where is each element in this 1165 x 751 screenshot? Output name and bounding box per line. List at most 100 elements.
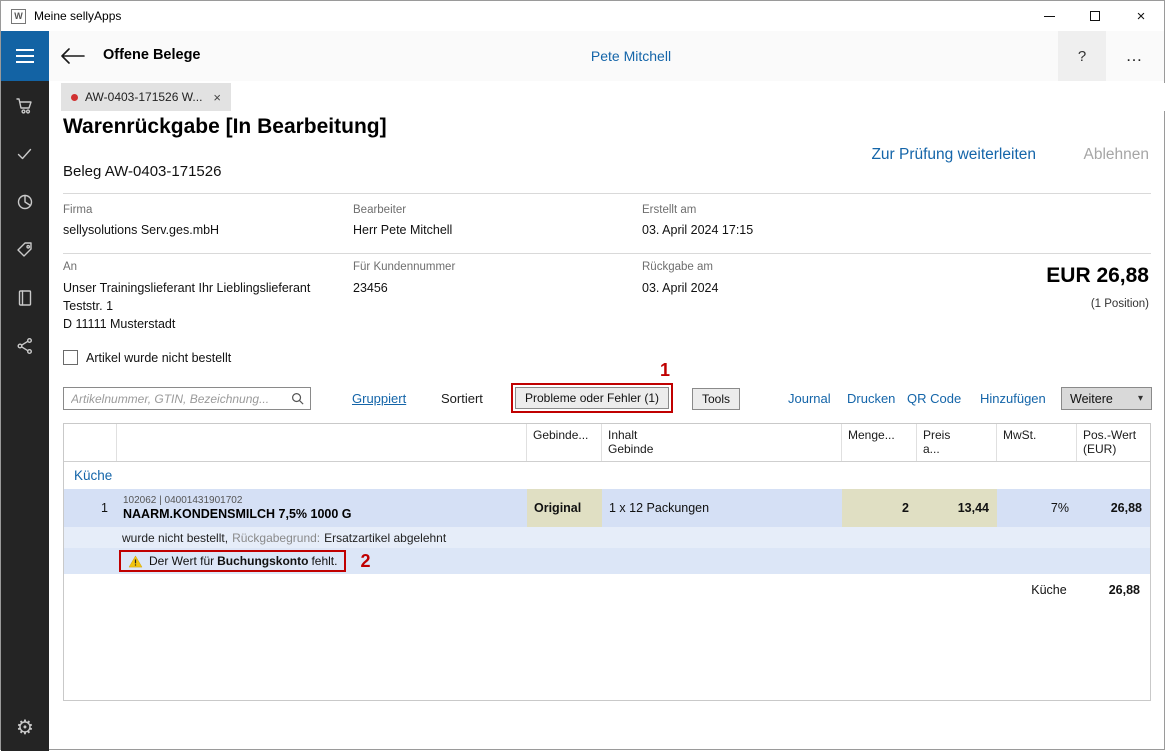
sidebar-item-prices[interactable] bbox=[14, 239, 36, 261]
document-title: Warenrückgabe [In Bearbeitung] bbox=[63, 115, 387, 139]
window-title: Meine sellyApps bbox=[34, 9, 121, 23]
sidebar-item-statistics[interactable] bbox=[14, 191, 36, 213]
column-header-article[interactable] bbox=[117, 424, 527, 461]
book-icon bbox=[15, 288, 35, 308]
table-row[interactable]: 1 102062 | 04001431901702 NAARM.KONDENSM… bbox=[64, 489, 1150, 527]
minimize-button[interactable] bbox=[1026, 1, 1072, 31]
sidebar-item-approvals[interactable] bbox=[14, 143, 36, 165]
inhalt-value: 1 x 12 Packungen bbox=[602, 489, 842, 527]
column-header-rownum[interactable] bbox=[64, 424, 117, 461]
an-label: An bbox=[63, 261, 77, 273]
hamburger-icon bbox=[16, 49, 34, 51]
an-line1: Unser Trainingslieferant Ihr Lieblingsli… bbox=[63, 281, 310, 295]
app-header: Offene Belege Pete Mitchell ? … bbox=[1, 31, 1164, 81]
erstellt-label: Erstellt am bbox=[642, 204, 696, 216]
more-button[interactable]: … bbox=[1110, 31, 1158, 81]
qr-code-link[interactable]: QR Code bbox=[907, 391, 961, 406]
journal-link[interactable]: Journal bbox=[788, 391, 831, 406]
tag-icon bbox=[15, 240, 35, 260]
more-actions-label: Weitere bbox=[1070, 392, 1113, 406]
summary-group-label: Küche bbox=[1031, 583, 1066, 597]
print-link[interactable]: Drucken bbox=[847, 391, 895, 406]
bearbeiter-value: Herr Pete Mitchell bbox=[353, 223, 452, 237]
firma-label: Firma bbox=[63, 204, 92, 216]
positions-count: (1 Position) bbox=[1091, 298, 1149, 310]
article-codes: 102062 | 04001431901702 bbox=[123, 495, 242, 506]
unsaved-dot-icon bbox=[71, 94, 78, 101]
gebinde-value[interactable]: Original bbox=[527, 489, 602, 527]
menge-value[interactable]: 2 bbox=[842, 489, 917, 527]
rueckgabe-value: 03. April 2024 bbox=[642, 281, 718, 295]
column-header-preis[interactable]: Preisa... bbox=[917, 424, 997, 461]
app-icon: W bbox=[11, 9, 26, 24]
maximize-icon bbox=[1090, 11, 1100, 21]
preis-value[interactable]: 13,44 bbox=[917, 489, 997, 527]
column-header-inhalt[interactable]: InhaltGebinde bbox=[602, 424, 842, 461]
annotation-number-2: 2 bbox=[360, 551, 370, 572]
user-name[interactable]: Pete Mitchell bbox=[521, 48, 741, 64]
not-ordered-checkbox-label: Artikel wurde nicht bestellt bbox=[86, 351, 231, 365]
tab-label: AW-0403-171526 W... bbox=[85, 90, 202, 104]
maximize-button[interactable] bbox=[1072, 1, 1118, 31]
tab-strip: AW-0403-171526 W... × bbox=[49, 83, 1165, 111]
row-warning: Der Wert für Buchungskonto fehlt. 2 bbox=[64, 548, 1150, 574]
erstellt-value: 03. April 2024 17:15 bbox=[642, 223, 753, 237]
note-reason-value: Ersatzartikel abgelehnt bbox=[324, 531, 446, 545]
bearbeiter-label: Bearbeiter bbox=[353, 204, 406, 216]
column-header-mwst[interactable]: MwSt. bbox=[997, 424, 1077, 461]
table-header-row: Gebinde... InhaltGebinde Menge... Preisa… bbox=[64, 424, 1150, 462]
tab-document[interactable]: AW-0403-171526 W... × bbox=[61, 83, 231, 111]
column-header-poswert[interactable]: Pos.-Wert(EUR) bbox=[1077, 424, 1150, 461]
warning-icon bbox=[128, 555, 143, 568]
cart-icon bbox=[15, 96, 35, 116]
divider bbox=[63, 193, 1151, 194]
back-button[interactable] bbox=[61, 44, 87, 68]
not-ordered-checkbox[interactable] bbox=[63, 350, 78, 365]
problems-button[interactable]: Probleme oder Fehler (1) bbox=[515, 387, 669, 409]
grouped-toggle[interactable]: Gruppiert bbox=[352, 391, 406, 406]
more-actions-dropdown[interactable]: Weitere ▾ bbox=[1061, 387, 1152, 410]
not-ordered-checkbox-row: Artikel wurde nicht bestellt bbox=[63, 350, 231, 365]
row-note: wurde nicht bestellt, Rückgabegrund: Ers… bbox=[64, 527, 1150, 548]
ellipsis-icon: … bbox=[1126, 46, 1143, 66]
warning-text-pre: Der Wert für bbox=[149, 554, 214, 568]
group-label: Küche bbox=[74, 468, 112, 483]
add-link[interactable]: Hinzufügen bbox=[980, 391, 1046, 406]
group-row-kueche[interactable]: Küche bbox=[64, 462, 1150, 489]
tab-close-icon[interactable]: × bbox=[213, 90, 221, 105]
annotation-box-1: Probleme oder Fehler (1) bbox=[511, 383, 673, 413]
column-header-gebinde[interactable]: Gebinde... bbox=[527, 424, 602, 461]
help-icon: ? bbox=[1078, 48, 1086, 65]
sidebar-item-catalog[interactable] bbox=[14, 287, 36, 309]
reject-link[interactable]: Ablehnen bbox=[1083, 146, 1149, 164]
rueckgabe-label: Rückgabe am bbox=[642, 261, 713, 273]
menu-button[interactable] bbox=[1, 31, 49, 81]
kundennummer-label: Für Kundennummer bbox=[353, 261, 455, 273]
search-icon[interactable] bbox=[290, 391, 305, 411]
close-button[interactable]: × bbox=[1118, 1, 1164, 31]
search-input[interactable] bbox=[63, 387, 311, 410]
article-name: NAARM.KONDENSMILCH 7,5% 1000 G bbox=[123, 507, 352, 521]
divider bbox=[63, 253, 1151, 254]
help-button[interactable]: ? bbox=[1058, 31, 1106, 81]
page-title: Offene Belege bbox=[103, 47, 201, 63]
gear-icon: ⚙ bbox=[16, 715, 34, 740]
check-icon bbox=[15, 144, 35, 164]
firma-value: sellysolutions Serv.ges.mbH bbox=[63, 223, 219, 237]
article-cell: 102062 | 04001431901702 NAARM.KONDENSMIL… bbox=[117, 489, 527, 527]
group-summary-row: Küche 26,88 bbox=[64, 580, 1150, 600]
back-arrow-icon bbox=[61, 48, 85, 64]
column-header-menge[interactable]: Menge... bbox=[842, 424, 917, 461]
sidebar-item-share[interactable] bbox=[14, 335, 36, 357]
sidebar: ⚙ bbox=[1, 81, 49, 751]
annotation-number-1: 1 bbox=[660, 360, 670, 381]
tools-button[interactable]: Tools bbox=[692, 388, 740, 410]
forward-for-review-link[interactable]: Zur Prüfung weiterleiten bbox=[871, 146, 1036, 164]
sidebar-item-cart[interactable] bbox=[14, 95, 36, 117]
chevron-down-icon: ▾ bbox=[1138, 393, 1143, 404]
row-number: 1 bbox=[64, 489, 117, 527]
an-line2: Teststr. 1 bbox=[63, 299, 113, 313]
settings-button[interactable]: ⚙ bbox=[1, 713, 49, 741]
sorted-toggle[interactable]: Sortiert bbox=[441, 391, 483, 406]
note-reason-label: Rückgabegrund: bbox=[232, 531, 320, 545]
